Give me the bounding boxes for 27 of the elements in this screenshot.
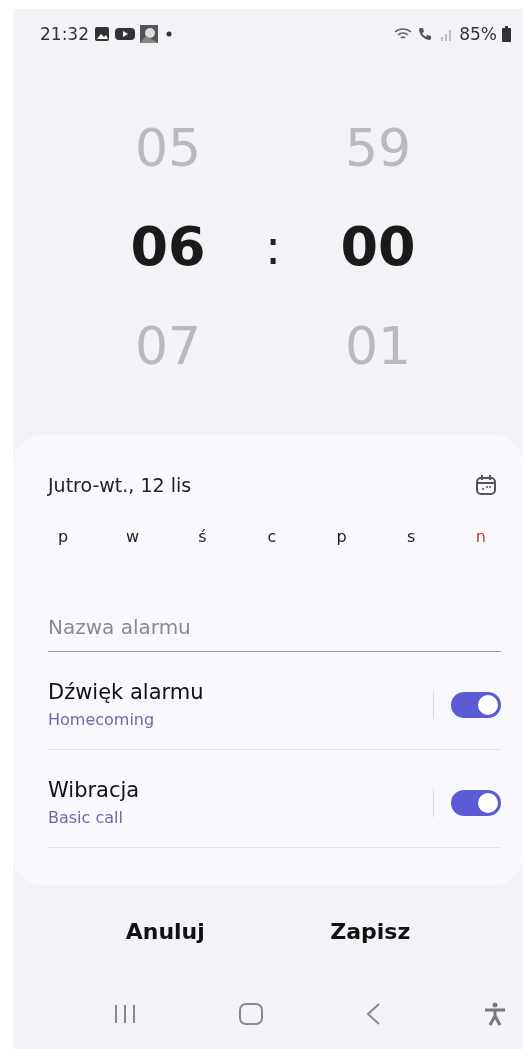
weekday-toggle[interactable]: n [470, 527, 491, 577]
selected-time-value[interactable]: 06 [130, 220, 206, 274]
battery-percentage: 85% [459, 24, 497, 44]
action-button[interactable]: Anuluj [105, 911, 225, 952]
setting-title: Wibracja [48, 778, 140, 802]
selected-time-value[interactable]: 00 [340, 220, 416, 274]
wifi-icon [394, 27, 413, 41]
weekday-toggle[interactable]: ś [192, 527, 213, 577]
weekday-toggle[interactable]: p [53, 527, 73, 577]
photo-icon [140, 25, 158, 43]
toggle-switch[interactable] [451, 789, 501, 816]
setting-value[interactable]: Basic call [48, 808, 140, 827]
alarm-date: Jutro-wt., 12 lis [48, 474, 192, 496]
status-time: 21:32 [40, 24, 89, 44]
weekday-toggle[interactable]: w [122, 527, 143, 577]
weekday-toggle[interactable]: s [401, 527, 422, 577]
time-separator: : [263, 219, 283, 275]
battery-icon [502, 26, 511, 42]
action-button[interactable]: Zapisz [310, 911, 431, 952]
weekday-toggle[interactable]: p [331, 527, 352, 577]
alarm-name-field[interactable]: Nazwa alarmu [48, 607, 501, 652]
setting-title: Dźwięk alarmu [48, 680, 204, 704]
weekday-toggle[interactable]: c [261, 527, 282, 577]
play-icon [115, 26, 135, 42]
setting-value[interactable]: Homecoming [48, 710, 204, 729]
toggle-switch[interactable] [451, 691, 501, 718]
image-icon [94, 26, 110, 42]
